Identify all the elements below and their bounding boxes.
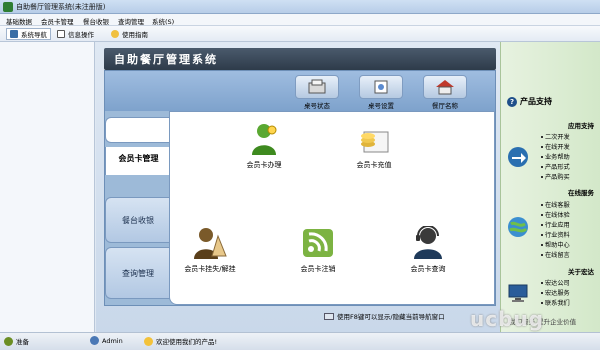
table-settings-icon [374,80,388,94]
menu-base-data[interactable]: 基础数据 [6,16,32,26]
restaurant-name-label: 餐厅名称 [432,102,458,110]
table-settings-button-frame [359,75,403,99]
member-card-new-icon-wrap [246,122,282,156]
link-industry-docs[interactable]: 行业资料 [541,230,570,239]
table-status-button-frame [295,75,339,99]
info-icon [57,30,65,38]
status-bar: 准备 Admin 欢迎使用我们的产品! [0,332,600,350]
member-card-new-label: 会员卡办理 [246,161,282,169]
tab-system-nav-label: 系统导航 [21,31,47,39]
tab-user-guide[interactable]: 使用指南 [108,28,151,40]
member-card-query-icon-wrap [410,225,446,260]
table-settings-button[interactable]: 桌号设置 [359,75,403,110]
member-card-cancel-icon-wrap [300,226,336,260]
member-card-lost-button[interactable]: 会员卡挂失/解挂 [174,226,246,274]
tab-query-management[interactable]: 查询管理 [105,247,171,299]
restaurant-icon [436,80,454,95]
member-card-cancel-icon [303,229,333,257]
member-card-lost-icon [194,228,227,259]
user-icon [90,336,99,345]
window-title: 自助餐厅管理系统(未注册版) [16,3,106,11]
monitor-icon [508,284,528,302]
member-card-query-button[interactable]: 会员卡查询 [392,225,464,274]
globe-icon [508,217,528,237]
member-card-recharge-icon-wrap [356,122,392,156]
link-online-cs[interactable]: 在线客服 [541,200,570,209]
status-welcome-text: 欢迎使用我们的产品! [156,338,218,346]
function-content: 会员卡办理 会员卡充值 会员卡挂失/解挂 会员卡注销 会员卡查询 [169,111,495,305]
link-help-center[interactable]: 帮助中心 [541,240,570,249]
home-icon [10,30,18,38]
tab-blank[interactable] [105,117,171,143]
watermark: ucbug [470,307,544,331]
link-business-help[interactable]: 业务帮助 [541,152,570,161]
menu-checkout[interactable]: 餐台收银 [83,16,109,26]
function-panel: 桌号状态 桌号设置 餐厅名称 会员卡管理 餐台收银 查询管理 会员卡办理 会员卡… [104,70,496,306]
status-ready-text: 准备 [16,338,29,346]
arrow-icon [508,147,528,167]
restaurant-name-button-frame [423,75,467,99]
menu-system[interactable]: 系统(S) [152,16,174,26]
table-status-icon [308,79,326,94]
table-status-button[interactable]: 桌号状态 [295,75,339,110]
menu-bar: 基础数据 会员卡管理 餐台收银 查询管理 系统(S) [0,14,600,26]
member-card-query-icon [414,225,442,259]
member-card-recharge-label: 会员卡充值 [356,161,392,169]
status-user: Admin [90,336,123,345]
question-icon: ? [507,96,517,107]
link-company[interactable]: 宏达公司 [541,278,570,287]
member-card-new-button[interactable]: 会员卡办理 [228,122,300,170]
tab-info-ops-label: 信息操作 [68,31,94,39]
link-industry-app[interactable]: 行业应用 [541,220,570,229]
status-welcome: 欢迎使用我们的产品! [144,336,217,346]
status-ready: 准备 [4,336,29,346]
section-about: 关于宏达 [568,268,594,276]
link-online-dev[interactable]: 在线开发 [541,142,570,151]
member-card-cancel-label: 会员卡注销 [300,265,336,273]
restaurant-name-button[interactable]: 餐厅名称 [423,75,467,110]
member-card-lost-icon-wrap [192,226,228,260]
table-settings-label: 桌号设置 [368,102,394,110]
menu-member-card[interactable]: 会员卡管理 [41,16,74,26]
product-support-pane: ? 产品支持 应用支持 二次开发 在线开发 业务帮助 产品形式 产品购买 在线服… [500,42,600,332]
status-user-text: Admin [102,336,123,345]
tab-member-card-management[interactable]: 会员卡管理 [105,147,171,175]
member-card-recharge-button[interactable]: 会员卡充值 [338,122,410,170]
system-title: 自助餐厅管理系统 [114,53,218,66]
menu-query[interactable]: 查询管理 [118,16,144,26]
product-support-title: ? 产品支持 [507,96,552,107]
link-product-form[interactable]: 产品形式 [541,162,570,171]
link-contact-us[interactable]: 联系我们 [541,298,570,307]
link-product-buy[interactable]: 产品购买 [541,172,570,181]
member-card-query-label: 会员卡查询 [410,265,446,273]
link-online-trial[interactable]: 在线体验 [541,210,570,219]
link-online-message[interactable]: 在线留言 [541,250,570,259]
main-area: 自助餐厅管理系统 桌号状态 桌号设置 餐厅名称 会员卡管理 餐台收银 查询管理 … [96,42,500,332]
toolbar: 系统导航 信息操作 使用指南 [0,26,600,42]
table-status-label: 桌号状态 [304,102,330,110]
help-icon [111,30,119,38]
section-app-support: 应用支持 [568,122,594,130]
product-support-title-text: 产品支持 [520,97,552,106]
member-card-new-icon [252,124,277,155]
tab-system-nav[interactable]: 系统导航 [6,28,51,40]
member-card-cancel-button[interactable]: 会员卡注销 [282,226,354,274]
tab-user-guide-label: 使用指南 [122,31,148,39]
member-card-recharge-icon [361,131,389,153]
tab-info-ops[interactable]: 信息操作 [54,28,97,40]
system-banner: 自助餐厅管理系统 [104,48,496,70]
left-navigation-pane [0,42,95,332]
keyboard-icon [324,313,334,320]
tab-table-checkout[interactable]: 餐台收银 [105,197,171,243]
ready-icon [4,336,13,346]
navigation-hint-text: 使用F8键可以显示/隐藏当前导航窗口 [337,313,445,321]
app-icon [3,2,13,12]
smile-icon [144,336,153,346]
section-online-service: 在线服务 [568,189,594,197]
title-bar: 自助餐厅管理系统(未注册版) [0,0,600,14]
link-secondary-dev[interactable]: 二次开发 [541,132,570,141]
member-card-lost-label: 会员卡挂失/解挂 [184,265,236,273]
link-company-service[interactable]: 宏达服务 [541,288,570,297]
